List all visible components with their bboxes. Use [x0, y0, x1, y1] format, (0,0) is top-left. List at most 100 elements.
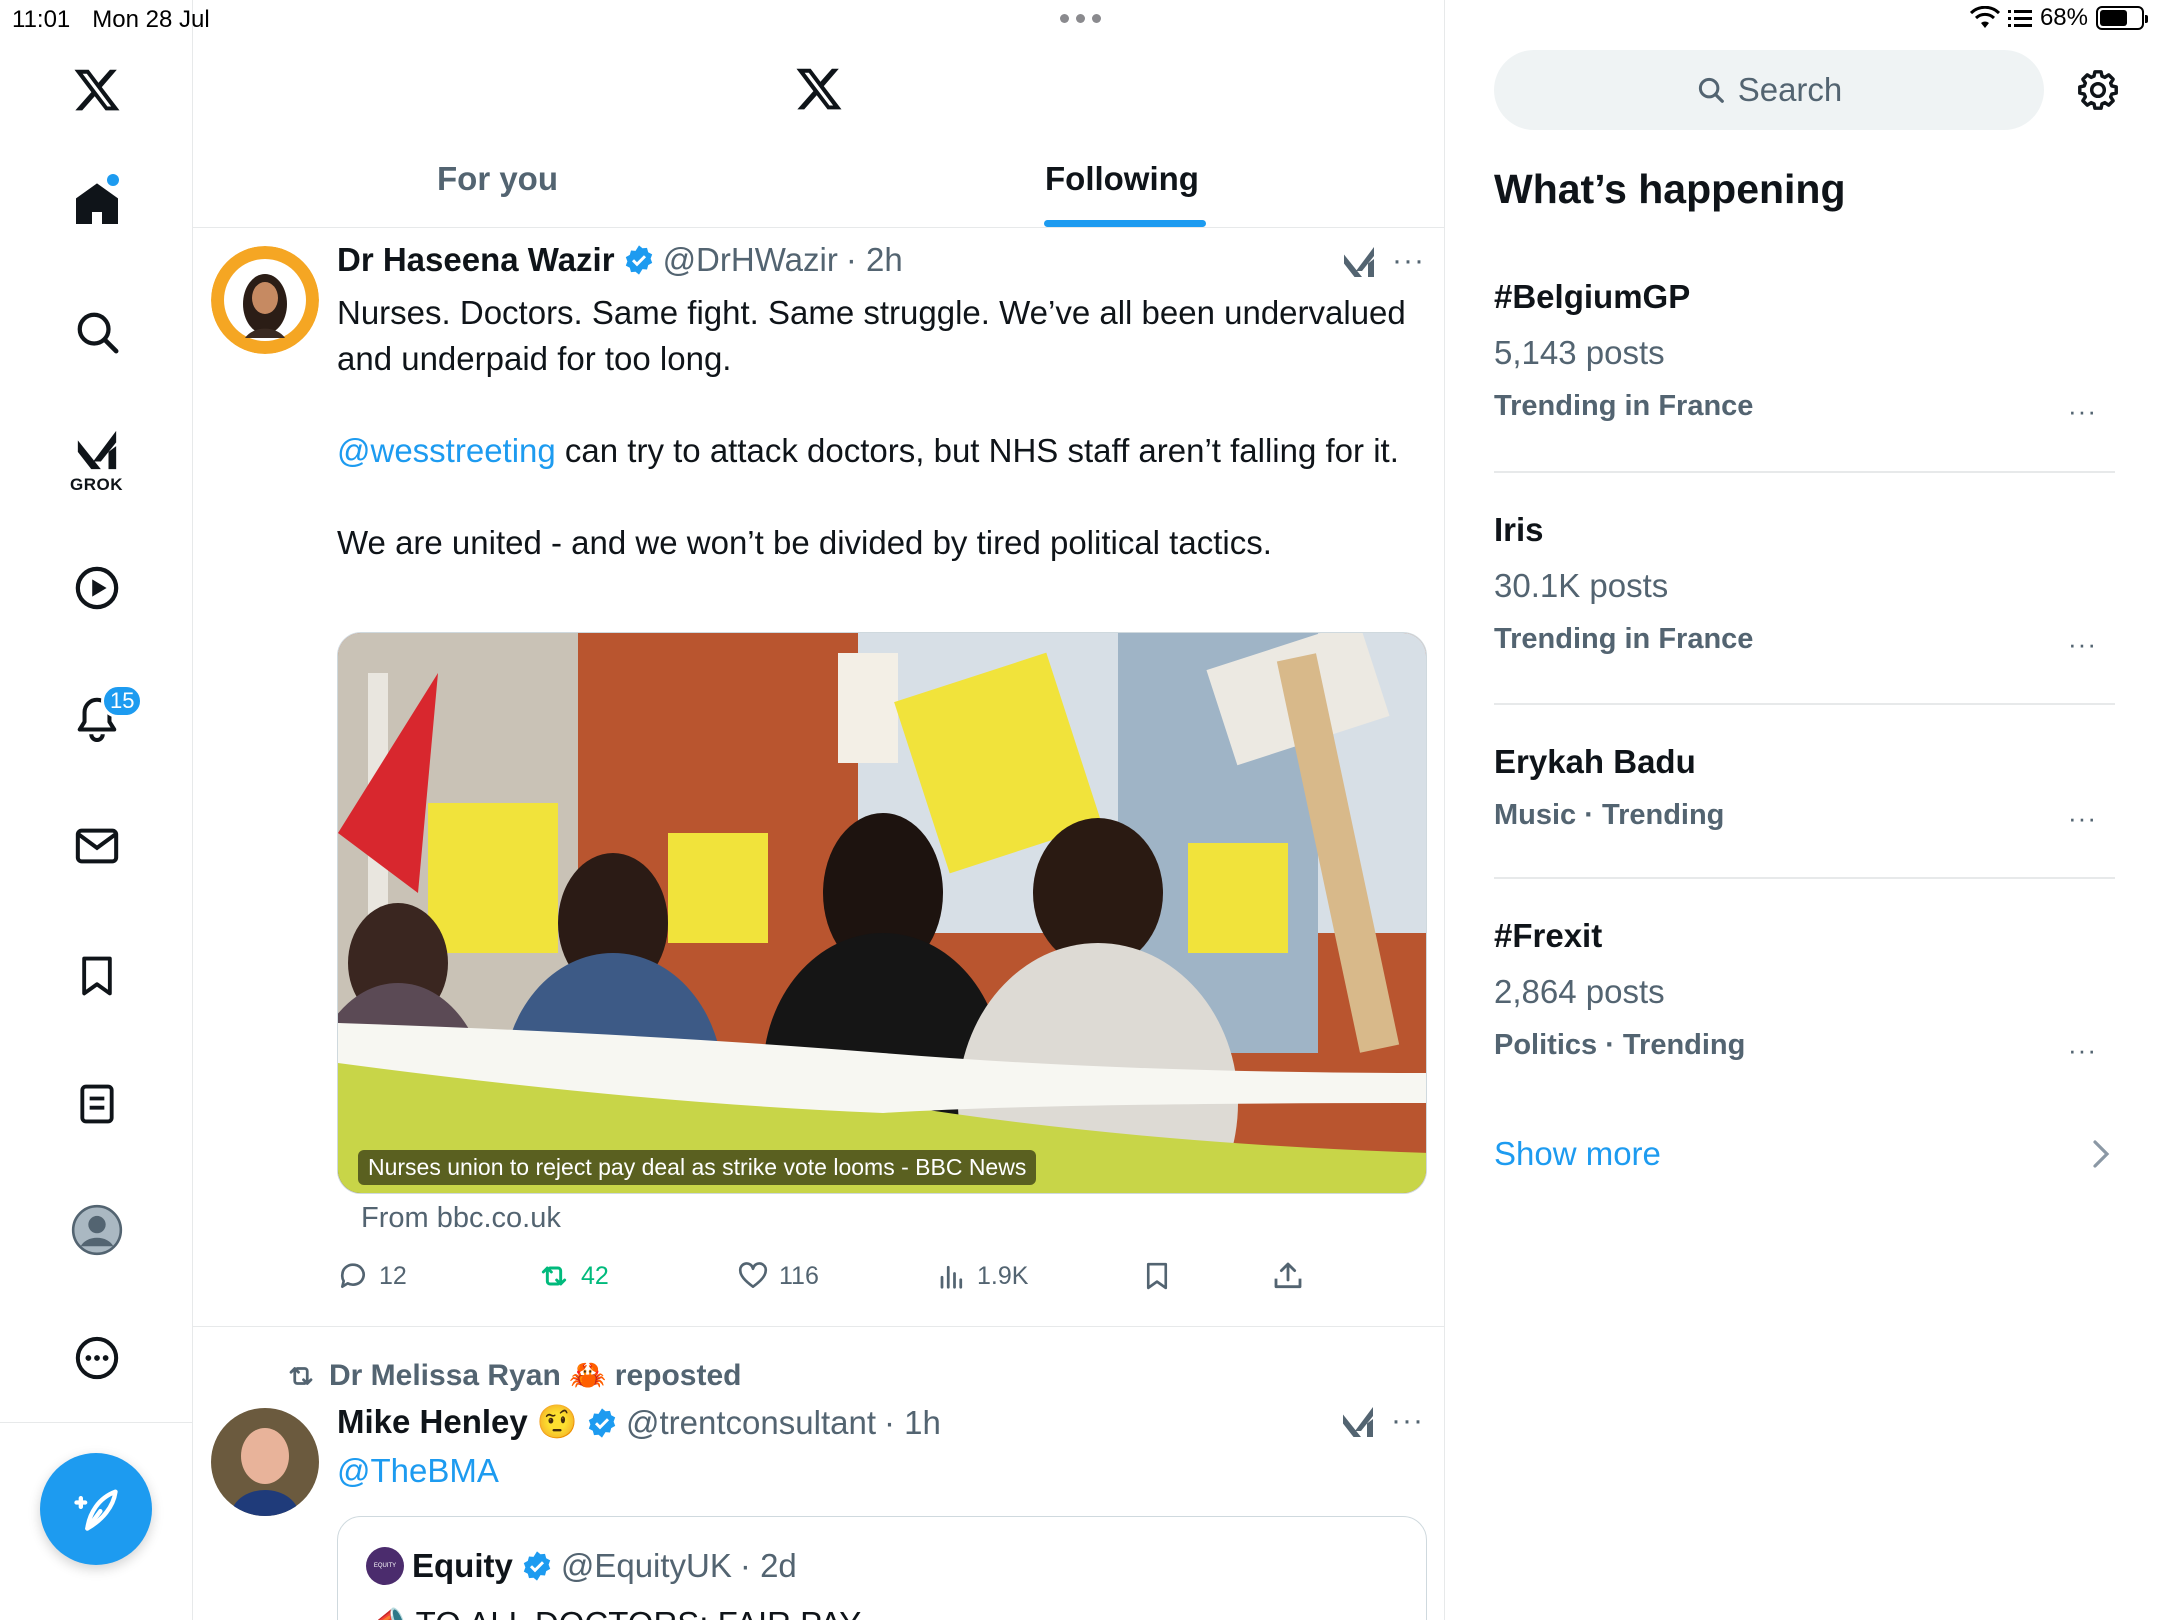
battery-icon — [2096, 6, 2148, 30]
chevron-right-icon[interactable] — [2091, 1140, 2111, 1173]
view-count: 1.9K — [977, 1261, 1029, 1290]
reply-button[interactable]: 12 — [337, 1260, 407, 1292]
trend-item[interactable]: Erykah Badu Music · Trending ··· — [1494, 743, 2115, 834]
author-name[interactable]: Dr Haseena Wazir — [337, 241, 615, 279]
lists-icon[interactable] — [0, 1076, 193, 1132]
main-feed: For you Following Dr Haseena Wazir @DrHW… — [193, 0, 1445, 1620]
whats-happening-title: What’s happening — [1494, 166, 1846, 212]
x-header-logo-icon[interactable] — [793, 64, 845, 119]
x-logo-icon[interactable] — [0, 62, 193, 118]
status-time: 11:01 — [12, 6, 71, 33]
trend-divider — [1494, 703, 2115, 705]
link-source[interactable]: From bbc.co.uk — [361, 1202, 561, 1235]
verified-badge-icon — [588, 1407, 616, 1438]
status-left: 11:01 Mon 28 Jul — [12, 6, 210, 34]
grok-label: GROK — [70, 475, 123, 494]
nav-divider — [0, 1422, 193, 1423]
left-navigation: GROK 15 — [0, 0, 193, 1620]
post-more-icon[interactable]: ··· — [1391, 1404, 1424, 1438]
heart-icon — [738, 1262, 768, 1288]
mention-link[interactable]: @wesstreeting — [337, 432, 556, 469]
repost-context[interactable]: Dr Melissa Ryan 🦀 reposted — [285, 1358, 742, 1393]
grok-explain-icon[interactable] — [1340, 1404, 1376, 1445]
right-sidebar: Search What’s happening #BelgiumGP 5,143… — [1445, 0, 2160, 1620]
grok-explain-icon[interactable] — [1341, 244, 1377, 285]
mention-link[interactable]: @TheBMA — [337, 1448, 1417, 1494]
trend-item[interactable]: Iris 30.1K posts Trending in France ··· — [1494, 511, 2115, 659]
trend-context: Politics · Trending — [1494, 1029, 1746, 1061]
author-name[interactable]: Mike Henley 🤨 — [337, 1403, 578, 1442]
reply-count: 12 — [379, 1261, 407, 1290]
trend-post-count: 5,143 posts — [1494, 334, 1665, 371]
post-more-icon[interactable]: ··· — [1392, 244, 1425, 278]
home-unread-dot — [107, 174, 119, 186]
views-chart-icon — [940, 1265, 963, 1289]
post-paragraph: We are united - and we won’t be divided … — [337, 524, 1272, 561]
profile-avatar[interactable] — [0, 1202, 193, 1258]
compose-feather-icon — [74, 1489, 118, 1531]
search-icon[interactable] — [0, 304, 193, 360]
post-actions: 12 42 116 1.9K — [337, 1254, 1417, 1304]
video-play-icon[interactable] — [0, 560, 193, 616]
post-time: · 2h — [845, 241, 903, 278]
post-paragraph: @wesstreeting can try to attack doctors,… — [337, 428, 1417, 474]
compose-post-button[interactable] — [40, 1453, 152, 1565]
multitasking-dots-icon[interactable] — [1060, 14, 1101, 23]
settings-gear-icon[interactable] — [2075, 67, 2121, 118]
link-card-image[interactable]: Nurses union to reject pay deal as strik… — [337, 632, 1427, 1194]
wifi-icon — [1969, 6, 2000, 28]
post-time: · 1h — [883, 1403, 941, 1441]
trend-divider — [1494, 877, 2115, 879]
quoted-post[interactable]: EQUITY Equity @EquityUK · 2d 📣 TO ALL DO… — [337, 1516, 1427, 1620]
verified-badge-icon — [523, 1551, 551, 1581]
link-card-caption: Nurses union to reject pay deal as strik… — [358, 1150, 1037, 1185]
trend-item[interactable]: #Frexit 2,864 posts Politics · Trending … — [1494, 917, 2115, 1065]
trend-context: Trending in France — [1494, 623, 1754, 655]
author-handle[interactable]: @DrHWazir — [663, 241, 838, 279]
quoted-post-text: 📣 TO ALL DOCTORS: FAIR PAY — [366, 1605, 861, 1620]
bookmarks-icon[interactable] — [0, 948, 193, 1004]
trend-context: Music · Trending — [1494, 799, 1725, 831]
trend-post-count: 2,864 posts — [1494, 973, 1665, 1010]
grok-nav-item[interactable]: GROK — [0, 424, 193, 498]
trend-post-count: 30.1K posts — [1494, 567, 1669, 604]
home-icon[interactable] — [0, 174, 193, 234]
post-paragraph-text: can try to attack doctors, but NHS staff… — [555, 432, 1399, 469]
author-avatar[interactable] — [211, 246, 319, 354]
trend-more-icon[interactable]: ··· — [2068, 396, 2097, 427]
quoted-author-avatar[interactable]: EQUITY — [366, 1547, 404, 1585]
reply-icon — [340, 1263, 365, 1288]
bookmark-icon — [1146, 1262, 1168, 1290]
like-button[interactable]: 116 — [737, 1260, 819, 1292]
post-header: Mike Henley 🤨 @trentconsultant · 1h — [337, 1403, 941, 1442]
repost-context-icon — [289, 1366, 313, 1385]
protest-photo — [338, 633, 1426, 1193]
notifications-bell-icon[interactable] — [0, 688, 193, 748]
trend-name: Iris — [1494, 511, 1544, 548]
views-button[interactable]: 1.9K — [937, 1260, 1028, 1292]
tab-for-you[interactable]: For you — [437, 160, 558, 198]
quoted-author-name[interactable]: Equity — [412, 1547, 513, 1585]
search-icon — [1698, 77, 1724, 103]
author-handle[interactable]: @trentconsultant — [626, 1404, 876, 1442]
trend-more-icon[interactable]: ··· — [2068, 803, 2097, 834]
trend-more-icon[interactable]: ··· — [2068, 1035, 2097, 1066]
notifications-badge: 15 — [101, 684, 144, 718]
messages-envelope-icon[interactable] — [0, 818, 193, 874]
author-avatar[interactable] — [211, 1408, 319, 1516]
post-header: Dr Haseena Wazir @DrHWazir · 2h — [337, 241, 903, 279]
more-options-icon[interactable] — [0, 1330, 193, 1386]
repost-count: 42 — [581, 1261, 609, 1290]
bookmark-button[interactable] — [1142, 1260, 1172, 1292]
post-paragraph: Nurses. Doctors. Same fight. Same strugg… — [337, 294, 1406, 377]
share-button[interactable] — [1272, 1260, 1304, 1292]
tab-following[interactable]: Following — [1045, 160, 1199, 198]
trend-item[interactable]: #BelgiumGP 5,143 posts Trending in Franc… — [1494, 278, 2115, 426]
search-input[interactable]: Search — [1494, 50, 2044, 130]
repost-button[interactable]: 42 — [537, 1260, 609, 1292]
quoted-author-handle[interactable]: @EquityUK — [561, 1547, 732, 1585]
show-more-link[interactable]: Show more — [1494, 1135, 1661, 1173]
post-text: @TheBMA — [337, 1448, 1417, 1494]
status-date: Mon 28 Jul — [92, 6, 210, 33]
trend-more-icon[interactable]: ··· — [2068, 629, 2097, 660]
